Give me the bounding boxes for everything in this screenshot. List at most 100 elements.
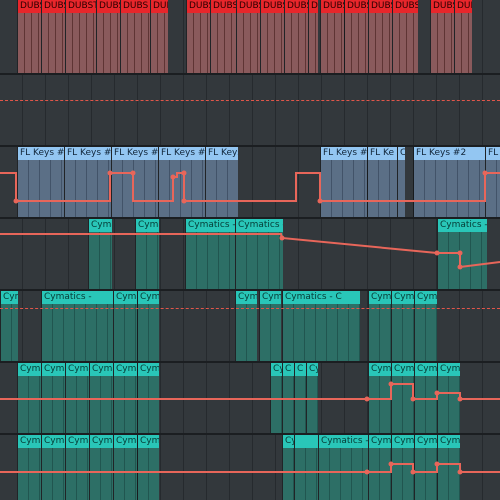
clip-dubs[interactable]: DUBS — [392, 0, 418, 73]
clip-dubs[interactable]: DUBS — [186, 0, 210, 73]
clip-cymatics[interactable]: Cyma — [41, 363, 65, 433]
clip-cymatics[interactable]: Cymatics - — [437, 219, 487, 289]
clip-cymatics[interactable]: Cymatics - C — [282, 291, 360, 361]
clip-dubs[interactable]: DUBST — [65, 0, 96, 73]
clip-cymatics[interactable]: Cyma — [437, 435, 460, 500]
clip-dubs[interactable]: DUBS — [430, 0, 454, 73]
clip-cymatics[interactable]: Cyma — [259, 291, 281, 361]
clip-fl-keys[interactable]: FL Keys #2 — [64, 147, 111, 217]
clip-cymatics[interactable]: Cyma — [368, 291, 391, 361]
clip-cymatics[interactable]: Cyma — [414, 291, 437, 361]
clip-fl-keys[interactable]: FL Keys #2 — [413, 147, 485, 217]
clip-label: FL Ke — [368, 147, 397, 160]
track-fl-keys[interactable]: FL Keys #2 FL Keys #2 FL Keys #2 FL Keys… — [0, 147, 500, 217]
clip-fl-keys[interactable]: FL Keys #2 — [485, 147, 500, 217]
clip-cymatics[interactable] — [294, 435, 318, 500]
clip-label: Cyma — [90, 363, 113, 376]
clip-fl-keys[interactable]: FL Keys #2 — [111, 147, 158, 217]
clip-cymatics[interactable]: Cyma — [391, 435, 414, 500]
clip-cymatics[interactable]: Cyma — [89, 363, 113, 433]
clip-label: FL Keys #2 — [65, 147, 111, 160]
clip-cymatics[interactable]: Cyma — [0, 291, 18, 361]
clip-cymatics[interactable]: Cyma — [235, 291, 257, 361]
clip-cymatics[interactable]: Cymatics - — [41, 291, 113, 361]
clip-cymatics[interactable]: Cyma — [368, 363, 391, 433]
clip-label: DUBS — [309, 0, 318, 13]
clip-label: Cy — [307, 363, 318, 376]
track-cymatics-a[interactable]: Cyma Cyma Cymatics - Cymatics - Cymatics… — [0, 219, 500, 289]
clip-dubs[interactable]: DUBS — [96, 0, 120, 73]
clip-dubs[interactable]: DUBS — [344, 0, 368, 73]
clip-dubs[interactable]: DUBST — [368, 0, 392, 73]
clip-cymatics[interactable]: Cym — [368, 435, 391, 500]
clip-cymatics[interactable]: C — [294, 363, 306, 433]
clip-label: Cyma — [369, 363, 391, 376]
clip-dubs[interactable]: DUBS — [308, 0, 318, 73]
clip-label: DUBS — [42, 0, 65, 13]
clip-cymatics[interactable]: Cyma — [113, 363, 137, 433]
automation-line-inactive — [0, 100, 500, 101]
clip-label: Cyma — [114, 435, 137, 448]
track-cymatics-d[interactable]: Cyma Cyma Cyma Cyma Cyma Cyma Cy Cymatic… — [0, 435, 500, 500]
clip-fl-keys[interactable]: FL Ke — [367, 147, 397, 217]
clip-label: C — [295, 363, 306, 376]
track-cymatics-b[interactable]: Cyma Cymatics - Cyma Cyma Cyma Cyma Cyma… — [0, 291, 500, 361]
clip-cymatics[interactable]: Cymatics - — [235, 219, 283, 289]
clip-cymatics[interactable]: Cyma — [414, 435, 437, 500]
clip-dubs[interactable]: DUBST — [454, 0, 472, 73]
clip-cymatics[interactable]: Cyma — [437, 363, 460, 433]
clip-label: Cyma — [1, 291, 18, 304]
clip-dubs[interactable]: DUBS — [236, 0, 260, 73]
clip-cymatics[interactable]: Cyma — [41, 435, 65, 500]
clip-fl-keys[interactable]: C — [397, 147, 405, 217]
clip-label: DUBS — [237, 0, 260, 13]
clip-label — [295, 435, 318, 448]
clip-cymatics[interactable]: Cyma — [391, 291, 414, 361]
clip-fl-keys[interactable]: FL Keys #2 — [17, 147, 64, 217]
clip-label: DUBS — [285, 0, 308, 13]
clip-label: Cymatics - — [186, 219, 235, 232]
clip-dubs[interactable]: DUBS — [210, 0, 236, 73]
clip-label: DUBS — [151, 0, 168, 13]
clip-dubs[interactable]: DUBS — [41, 0, 65, 73]
clip-cymatics[interactable]: Cyma — [414, 363, 437, 433]
clip-dubs[interactable]: DUBS — [150, 0, 168, 73]
clip-label: C — [283, 363, 294, 376]
track-empty-automation[interactable] — [0, 75, 500, 145]
clip-dubs[interactable]: DUBS — [260, 0, 284, 73]
clip-cymatics[interactable]: Cyma — [137, 363, 159, 433]
clip-fl-keys[interactable]: FL Keys #2 — [320, 147, 367, 217]
clip-cymatics[interactable]: Cymatics - — [318, 435, 368, 500]
clip-cymatics[interactable]: Cy — [306, 363, 318, 433]
track-dubs[interactable]: DUBS DUBS DUBST DUBS DUBS DUBS DUBS DUBS… — [0, 0, 500, 73]
clip-label: Cymatics - — [319, 435, 368, 448]
clip-fl-keys[interactable]: FL Keys #2 — [158, 147, 205, 217]
clip-cymatics[interactable]: Cyma — [65, 435, 89, 500]
clip-cymatics[interactable]: Cyma — [88, 219, 112, 289]
clip-label: Cyma — [392, 291, 414, 304]
clip-dubs[interactable]: DUBS — [320, 0, 344, 73]
clip-dubs[interactable]: DUBS — [284, 0, 308, 73]
clip-cymatics[interactable]: Cyma — [137, 291, 159, 361]
clip-fl-keys[interactable]: FL Keys #2 — [205, 147, 238, 217]
clip-label: FL Keys #2 — [321, 147, 367, 160]
clip-label: Cyma — [66, 363, 89, 376]
clip-dubs[interactable]: DUBS — [120, 0, 150, 73]
clip-cymatics[interactable]: Cy — [270, 363, 282, 433]
clip-cymatics[interactable]: Cyma — [137, 435, 159, 500]
clip-label: FL Keys #2 — [206, 147, 238, 160]
clip-cymatics[interactable]: C — [282, 363, 294, 433]
clip-cymatics[interactable]: Cyma — [135, 219, 159, 289]
clip-cymatics[interactable]: Cyma — [65, 363, 89, 433]
clip-cymatics[interactable]: Cyma — [89, 435, 113, 500]
track-cymatics-c[interactable]: Cyma Cyma Cyma Cyma Cyma Cyma Cy C C Cy … — [0, 363, 500, 433]
clip-cymatics[interactable]: Cyma — [113, 435, 137, 500]
clip-cymatics[interactable]: Cymatics - — [185, 219, 235, 289]
clip-cymatics[interactable]: Cy — [282, 435, 294, 500]
clip-label: Cyma — [136, 219, 159, 232]
clip-cymatics[interactable]: Cyma — [17, 435, 41, 500]
clip-cymatics[interactable]: Cyma — [391, 363, 414, 433]
clip-dubs[interactable]: DUBS — [17, 0, 41, 73]
clip-cymatics[interactable]: Cyma — [113, 291, 137, 361]
clip-cymatics[interactable]: Cyma — [17, 363, 41, 433]
